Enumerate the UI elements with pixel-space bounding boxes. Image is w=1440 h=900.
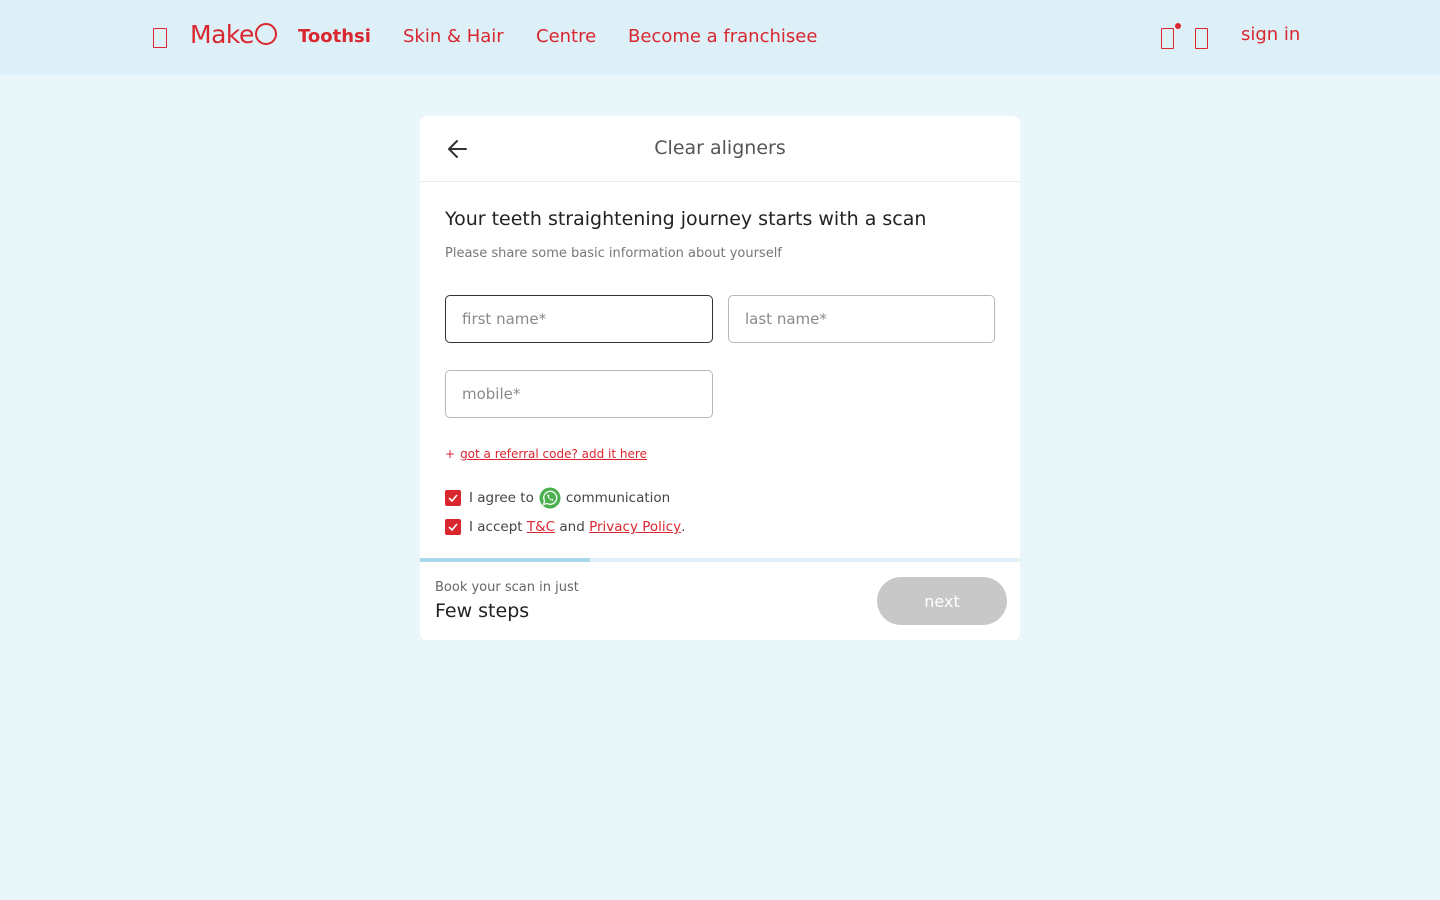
footer-caption: Book your scan in just [435, 580, 579, 595]
terms-consent-row: I accept T&C and Privacy Policy. [445, 519, 685, 535]
sign-in-link[interactable]: sign in [1241, 24, 1300, 45]
terms-consent-checkbox[interactable] [445, 519, 461, 535]
privacy-policy-link[interactable]: Privacy Policy [589, 519, 681, 535]
card-header: Clear aligners [420, 116, 1020, 182]
whatsapp-consent-suffix: communication [565, 490, 671, 506]
whatsapp-consent-row: I agree to communication [445, 487, 670, 509]
progress-bar-fill [420, 558, 590, 562]
form-heading: Your teeth straightening journey starts … [445, 208, 927, 230]
terms-link[interactable]: T&C [527, 519, 555, 535]
whatsapp-consent-checkbox[interactable] [445, 490, 461, 506]
mobile-input[interactable] [445, 370, 713, 418]
nav-centre[interactable]: Centre [536, 26, 596, 47]
whatsapp-icon [539, 487, 561, 509]
footer-steps-text: Few steps [435, 600, 530, 622]
card-title: Clear aligners [654, 137, 786, 159]
menu-icon[interactable] [153, 28, 167, 48]
top-navbar: Make Toothsi Skin & Hair Centre Become a… [0, 0, 1440, 75]
makeo-logo[interactable]: Make [190, 20, 277, 49]
referral-code-link[interactable]: got a referral code? add it here [460, 447, 647, 461]
nav-toothsi[interactable]: Toothsi [298, 26, 371, 47]
last-name-input[interactable] [728, 295, 995, 343]
nav-skin-hair[interactable]: Skin & Hair [403, 26, 504, 47]
whatsapp-consent-prefix: I agree to [469, 490, 534, 506]
terms-end: . [681, 519, 686, 535]
cart-icon[interactable] [1161, 28, 1174, 49]
logo-o-mark [254, 23, 277, 45]
next-button[interactable]: next [877, 577, 1007, 625]
scan-booking-card: Clear aligners Your teeth straightening … [420, 116, 1020, 640]
terms-and: and [559, 519, 585, 535]
logo-text: Make [190, 20, 254, 49]
user-icon[interactable] [1195, 28, 1208, 49]
progress-bar [420, 558, 1020, 562]
referral-code-row: + got a referral code? add it here [445, 447, 647, 461]
plus-icon: + [445, 447, 456, 461]
nav-become-franchisee[interactable]: Become a franchisee [628, 26, 817, 47]
form-subheading: Please share some basic information abou… [445, 246, 782, 261]
terms-prefix: I accept [469, 519, 523, 535]
cart-notification-dot [1175, 23, 1181, 29]
first-name-input[interactable] [445, 295, 713, 343]
